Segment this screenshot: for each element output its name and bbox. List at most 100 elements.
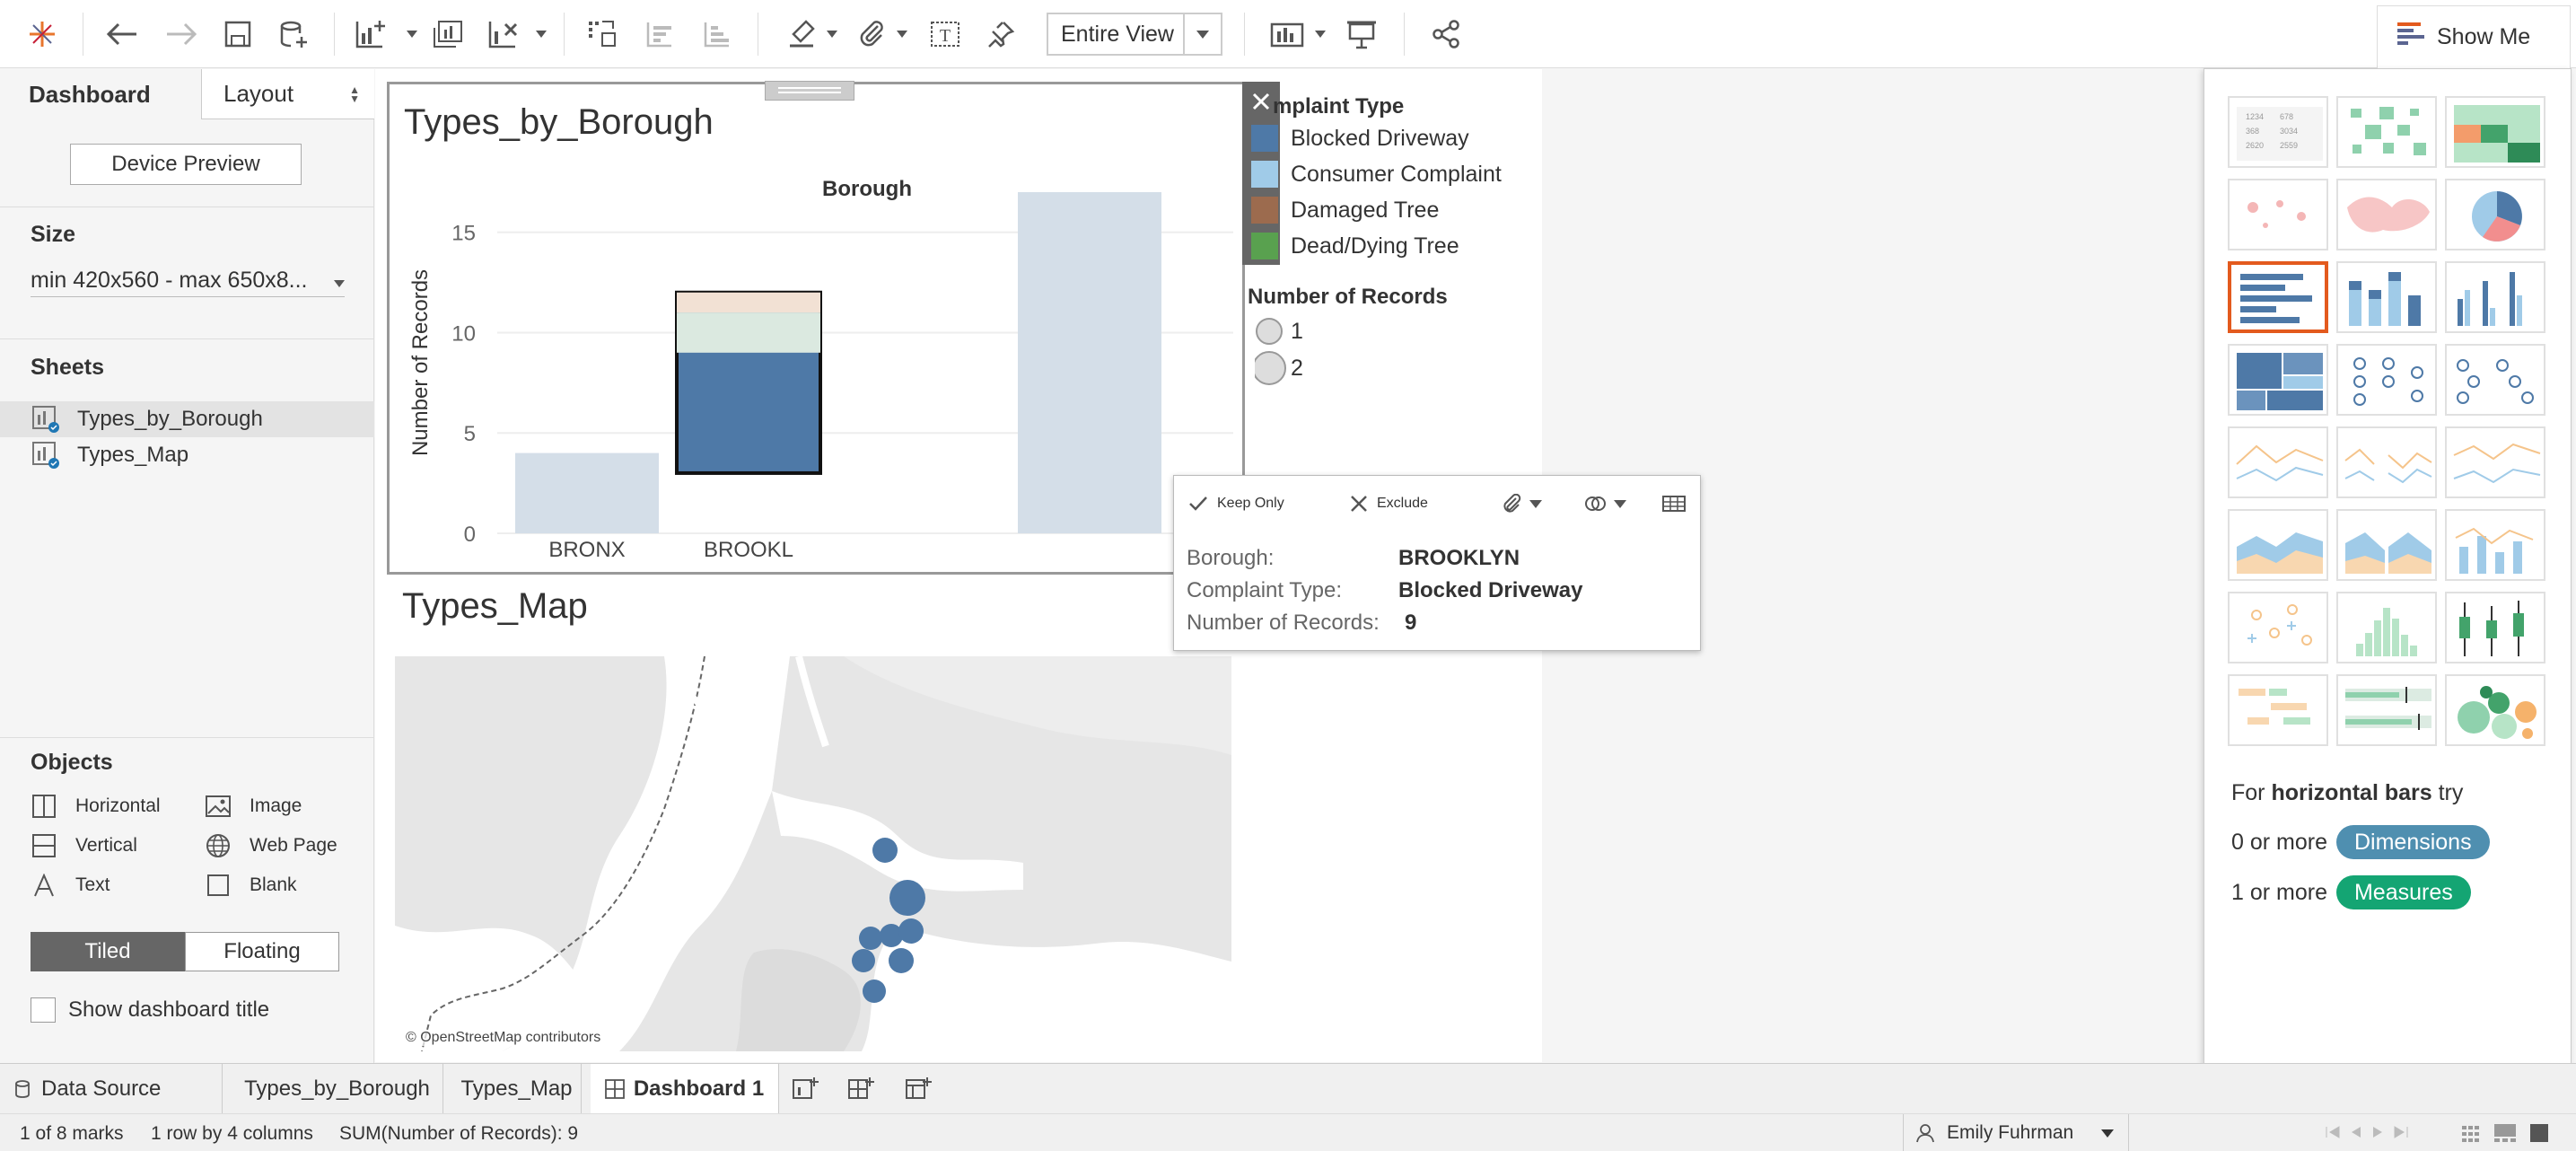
chart-type-side-by-side-bars[interactable] bbox=[2445, 261, 2545, 333]
chart-type-box-whisker[interactable] bbox=[2445, 592, 2545, 663]
chart-type-histogram[interactable] bbox=[2336, 592, 2437, 663]
filmstrip-icon[interactable] bbox=[2493, 1123, 2517, 1143]
swap-rows-columns-icon[interactable] bbox=[583, 11, 621, 57]
device-preview-button[interactable]: Device Preview bbox=[70, 144, 302, 185]
tab-types-by-borough[interactable]: Types_by_Borough bbox=[232, 1064, 443, 1114]
last-sheet-icon[interactable] bbox=[2393, 1125, 2409, 1139]
object-text[interactable]: Text bbox=[31, 872, 110, 899]
size-legend-item[interactable]: 1 bbox=[1255, 317, 1303, 346]
chart-type-symbol-map[interactable] bbox=[2228, 179, 2328, 250]
types-map-sheet[interactable]: © OpenStreetMap contributors bbox=[395, 656, 1231, 1051]
sort-descending-icon[interactable] bbox=[698, 11, 736, 57]
sheet-item-types-by-borough[interactable]: Types_by_Borough bbox=[0, 401, 374, 437]
show-me-tab[interactable]: Show Me bbox=[2377, 5, 2571, 68]
object-image[interactable]: Image bbox=[205, 793, 302, 820]
map-mark[interactable] bbox=[872, 838, 898, 863]
show-cards-icon[interactable] bbox=[1266, 11, 1309, 57]
map-mark[interactable] bbox=[889, 948, 914, 973]
new-worksheet-icon[interactable] bbox=[352, 11, 390, 57]
tab-data-source[interactable]: Data Source bbox=[0, 1064, 223, 1114]
chart-type-dual-lines[interactable] bbox=[2445, 426, 2545, 498]
legend-item-blocked-driveway[interactable]: Blocked Driveway bbox=[1251, 125, 1469, 152]
tiled-toggle[interactable]: Tiled bbox=[31, 932, 185, 971]
chart-type-area-continuous[interactable] bbox=[2228, 509, 2328, 581]
duplicate-sheet-icon[interactable] bbox=[429, 11, 467, 57]
chart-type-gantt-chart[interactable] bbox=[2228, 674, 2328, 746]
user-menu[interactable]: Emily Fuhrman bbox=[1903, 1114, 2129, 1151]
size-select[interactable]: min 420x560 - max 650x8... bbox=[31, 265, 345, 297]
map-mark[interactable] bbox=[852, 949, 875, 972]
next-sheet-icon[interactable] bbox=[2371, 1125, 2384, 1139]
chart-type-text-table[interactable]: 1234 678 368 3034 2620 2559 bbox=[2228, 96, 2328, 168]
object-web-page[interactable]: Web Page bbox=[205, 832, 337, 859]
tableau-logo-icon[interactable] bbox=[23, 11, 61, 57]
checkbox-box[interactable] bbox=[31, 997, 56, 1023]
map-mark[interactable] bbox=[859, 927, 882, 950]
legend-item-dead-dying-tree[interactable]: Dead/Dying Tree bbox=[1251, 233, 1459, 259]
keep-only-button[interactable]: Keep Only bbox=[1188, 488, 1284, 519]
map-mark[interactable] bbox=[863, 980, 886, 1003]
view-data-button[interactable] bbox=[1662, 488, 1686, 519]
chart-type-pie-chart[interactable] bbox=[2445, 179, 2545, 250]
chart-type-treemap[interactable] bbox=[2228, 344, 2328, 416]
sheet-item-types-map[interactable]: Types_Map bbox=[0, 437, 374, 473]
chart-type-heat-map[interactable] bbox=[2336, 96, 2437, 168]
fix-axes-icon[interactable] bbox=[982, 11, 1020, 57]
chart-type-bullet-graph[interactable] bbox=[2336, 674, 2437, 746]
legend-item-consumer-complaint[interactable]: Consumer Complaint bbox=[1251, 161, 1502, 188]
new-story-tab-icon[interactable] bbox=[903, 1073, 935, 1105]
view-size-select[interactable]: Entire View bbox=[1047, 13, 1222, 56]
bar[interactable] bbox=[677, 312, 820, 353]
chart-type-area-discrete[interactable] bbox=[2336, 509, 2437, 581]
map-mark[interactable] bbox=[889, 880, 925, 916]
chart-type-dual-combination[interactable] bbox=[2445, 509, 2545, 581]
chart-type-continuous-lines[interactable] bbox=[2228, 426, 2328, 498]
show-cards-dropdown-icon[interactable] bbox=[1314, 16, 1327, 52]
chart-type-circle-views[interactable] bbox=[2336, 344, 2437, 416]
bar[interactable] bbox=[677, 292, 820, 313]
bar[interactable] bbox=[515, 452, 659, 533]
tabs-view-icon[interactable] bbox=[2529, 1123, 2549, 1143]
map-mark[interactable] bbox=[898, 918, 924, 944]
highlight-dropdown-icon[interactable] bbox=[826, 16, 838, 52]
exclude-button[interactable]: Exclude bbox=[1350, 488, 1428, 519]
legend-item-damaged-tree[interactable]: Damaged Tree bbox=[1251, 197, 1439, 224]
tab-dashboard[interactable]: Dashboard bbox=[0, 69, 201, 119]
tab-layout[interactable]: Layout ▲ ▼ bbox=[201, 69, 374, 119]
group-members-menu[interactable] bbox=[1501, 488, 1542, 519]
chart-type-horizontal-bars[interactable] bbox=[2228, 261, 2328, 333]
share-icon[interactable] bbox=[1427, 11, 1465, 57]
clear-sheet-dropdown-icon[interactable] bbox=[535, 16, 548, 52]
object-horizontal[interactable]: Horizontal bbox=[31, 793, 161, 820]
group-members-icon[interactable] bbox=[853, 11, 890, 57]
new-worksheet-tab-icon[interactable] bbox=[790, 1073, 822, 1105]
sheet-sorter-icon[interactable] bbox=[2461, 1123, 2481, 1143]
object-vertical[interactable]: Vertical bbox=[31, 832, 137, 859]
show-mark-labels-icon[interactable]: T bbox=[926, 11, 964, 57]
clear-sheet-icon[interactable] bbox=[485, 11, 522, 57]
chart-type-highlight-table[interactable] bbox=[2445, 96, 2545, 168]
tab-types-map[interactable]: Types_Map bbox=[452, 1064, 582, 1114]
create-set-menu[interactable] bbox=[1583, 488, 1626, 519]
first-sheet-icon[interactable] bbox=[2325, 1125, 2341, 1139]
redo-icon[interactable] bbox=[160, 11, 203, 57]
group-members-dropdown-icon[interactable] bbox=[896, 16, 908, 52]
size-legend-item[interactable]: 2 bbox=[1255, 351, 1303, 385]
floating-toggle[interactable]: Floating bbox=[185, 932, 339, 971]
save-icon[interactable] bbox=[219, 11, 257, 57]
new-worksheet-dropdown-icon[interactable] bbox=[406, 16, 418, 52]
show-dashboard-title-checkbox[interactable]: Show dashboard title bbox=[31, 997, 269, 1023]
previous-sheet-icon[interactable] bbox=[2350, 1125, 2362, 1139]
chart-type-scatter-plot[interactable] bbox=[2228, 592, 2328, 663]
chart-type-stacked-bars[interactable] bbox=[2336, 261, 2437, 333]
chart-type-side-by-side-circles[interactable] bbox=[2445, 344, 2545, 416]
presentation-mode-icon[interactable] bbox=[1343, 11, 1380, 57]
tab-dashboard-1[interactable]: Dashboard 1 bbox=[591, 1064, 779, 1114]
object-blank[interactable]: Blank bbox=[205, 872, 297, 899]
sort-ascending-icon[interactable] bbox=[641, 11, 679, 57]
new-dashboard-tab-icon[interactable] bbox=[846, 1073, 878, 1105]
chart-type-filled-map[interactable] bbox=[2336, 179, 2437, 250]
chart-type-packed-bubbles[interactable] bbox=[2445, 674, 2545, 746]
bar[interactable] bbox=[1018, 192, 1161, 533]
types-by-borough-sheet[interactable]: Types_by_Borough Borough 0 5 10 15 Number of … bbox=[387, 81, 1245, 575]
